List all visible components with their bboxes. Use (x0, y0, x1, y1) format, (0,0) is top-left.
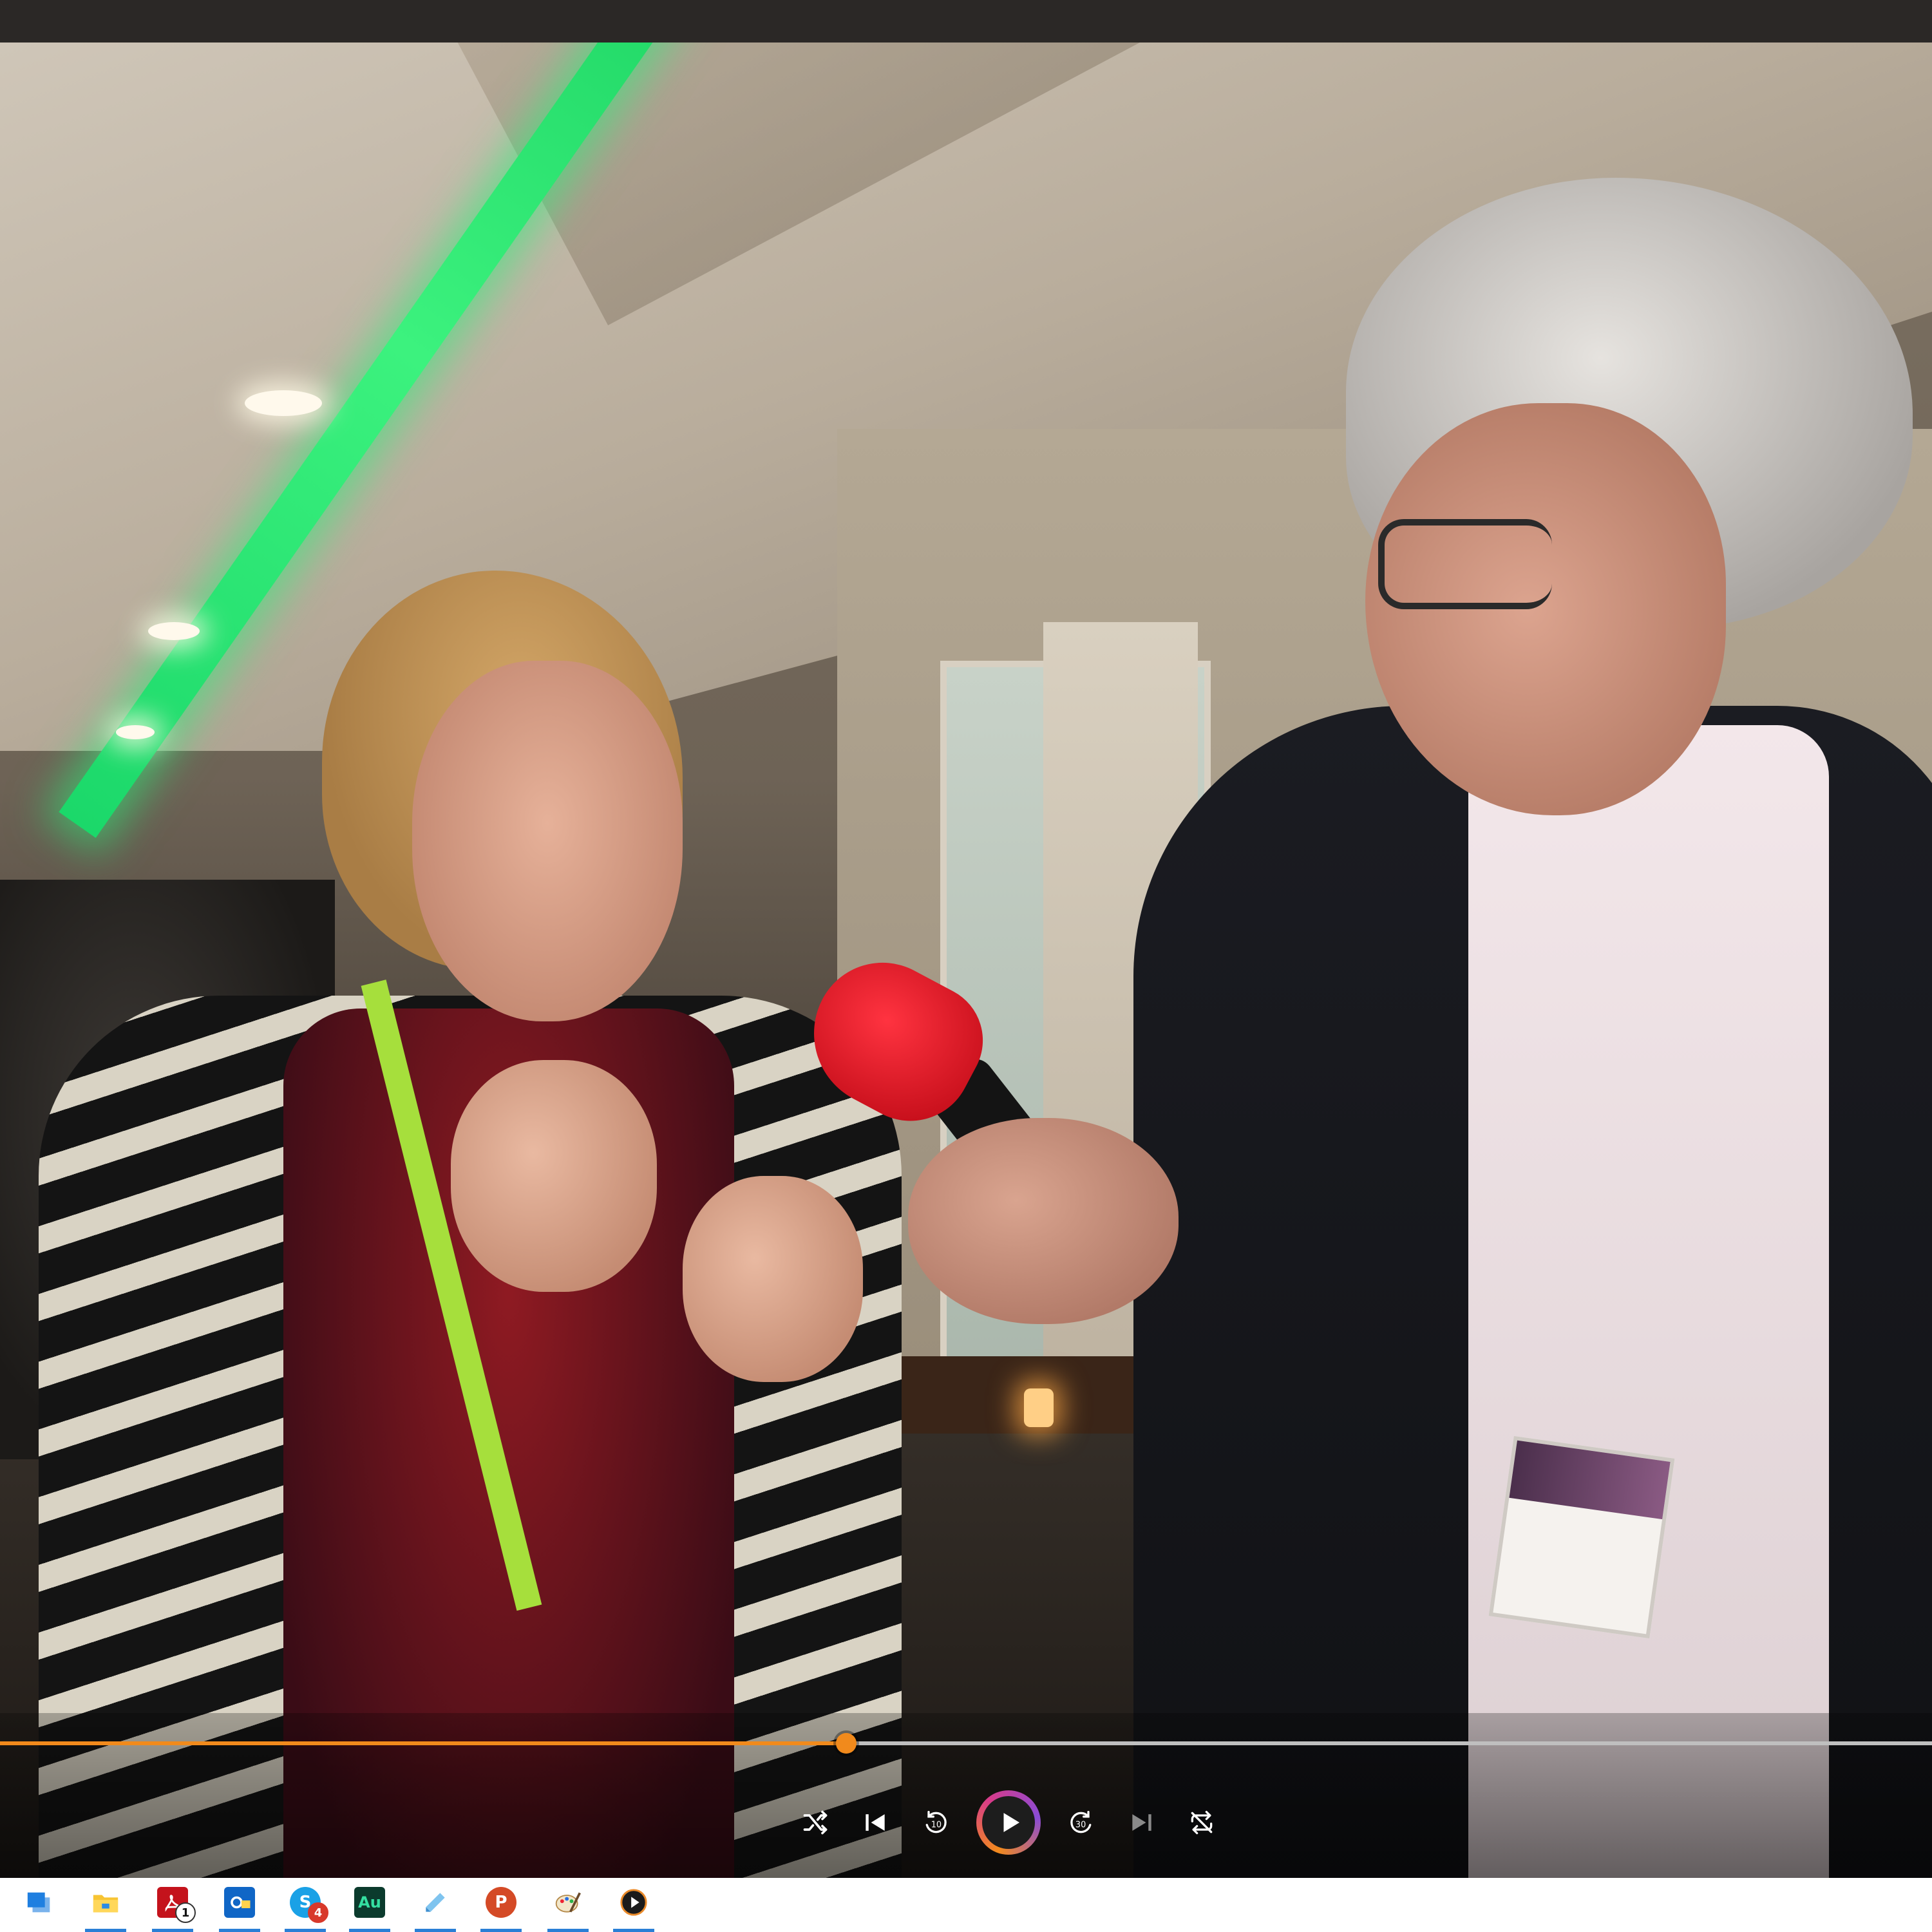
shuffle-icon (803, 1810, 828, 1835)
task-view-icon (24, 1887, 55, 1918)
windows-taskbar: 1 S 4 Au P (0, 1878, 1932, 1932)
scene-ceiling-light (148, 622, 200, 640)
play-button[interactable] (976, 1790, 1041, 1855)
previous-icon (866, 1814, 885, 1831)
man-shirt (1468, 725, 1829, 1878)
paint-icon (553, 1887, 583, 1918)
next-icon (1132, 1814, 1151, 1831)
scene-ceiling-light (245, 390, 322, 416)
forward-icon: 30 (1070, 1810, 1092, 1833)
next-button[interactable] (1122, 1803, 1161, 1842)
taskbar-acrobat[interactable]: 1 (149, 1883, 196, 1932)
woman-face (412, 661, 683, 1021)
taskbar-outlook[interactable] (216, 1883, 263, 1932)
scene-ceiling-light (116, 725, 155, 739)
taskbar-task-view[interactable] (17, 1883, 63, 1932)
repeat-icon (1191, 1810, 1213, 1835)
audition-icon: Au (354, 1887, 385, 1918)
rewind-button[interactable]: 10 (916, 1803, 955, 1842)
taskbar-audition[interactable]: Au (346, 1883, 393, 1932)
man-hand (908, 1118, 1179, 1324)
taskbar-notes[interactable] (412, 1883, 459, 1932)
video-frame[interactable] (0, 43, 1932, 1878)
taskbar-skype[interactable]: S 4 (282, 1883, 328, 1932)
seek-bar-progress (0, 1741, 846, 1745)
woman-hand (451, 1060, 657, 1292)
scene-candle (1024, 1388, 1054, 1427)
seek-bar[interactable] (0, 1733, 1932, 1754)
man-glasses (1378, 519, 1552, 609)
repeat-button[interactable] (1182, 1803, 1221, 1842)
taskbar-paint[interactable] (545, 1883, 591, 1932)
notes-icon (420, 1887, 451, 1918)
powerpoint-icon: P (486, 1887, 516, 1918)
taskbar-media-player[interactable] (611, 1883, 657, 1932)
svg-text:10: 10 (931, 1820, 941, 1830)
folder-icon (90, 1887, 121, 1918)
forward-button[interactable]: 30 (1062, 1803, 1101, 1842)
window-title-bar (0, 0, 1932, 43)
woman-hand (683, 1176, 863, 1382)
shuffle-button[interactable] (796, 1803, 835, 1842)
svg-text:30: 30 (1075, 1820, 1086, 1830)
rewind-icon: 10 (925, 1810, 947, 1833)
taskbar-file-explorer[interactable] (82, 1883, 129, 1932)
acrobat-badge: 1 (175, 1902, 196, 1923)
outlook-icon (224, 1887, 255, 1918)
play-icon (1003, 1813, 1019, 1832)
media-player-icon (618, 1887, 649, 1918)
seek-bar-thumb[interactable] (836, 1733, 857, 1754)
playback-controls: 10 30 (796, 1790, 1221, 1855)
taskbar-powerpoint[interactable]: P (478, 1883, 524, 1932)
man-name-badge (1488, 1435, 1675, 1639)
previous-button[interactable] (856, 1803, 895, 1842)
skype-badge: 4 (308, 1902, 328, 1923)
